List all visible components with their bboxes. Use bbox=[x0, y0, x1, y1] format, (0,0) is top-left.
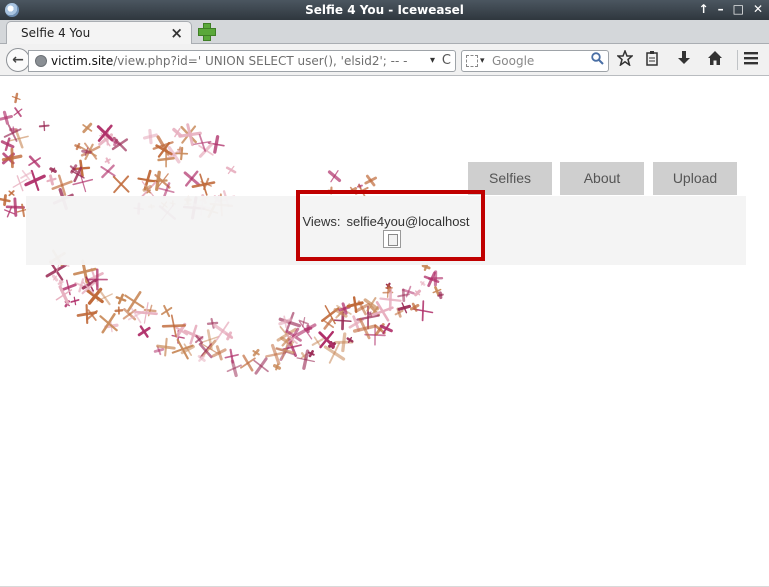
navigation-toolbar: ← victim.site/view.php?id=' UNION SELECT… bbox=[0, 44, 769, 76]
magnifier-icon[interactable] bbox=[591, 51, 604, 71]
paint-splatter-background bbox=[0, 92, 444, 378]
search-bar[interactable]: ▾ Google bbox=[461, 50, 609, 72]
download-arrow-icon[interactable] bbox=[673, 50, 695, 72]
maximize-window-button[interactable]: □ bbox=[733, 2, 744, 16]
search-engine-dropdown-icon[interactable]: ▾ bbox=[480, 51, 485, 71]
tab-close-icon[interactable]: × bbox=[170, 24, 183, 42]
toolbar-separator bbox=[737, 50, 738, 70]
close-window-button[interactable]: ✕ bbox=[753, 2, 763, 16]
window-title: Selfie 4 You - Iceweasel bbox=[305, 3, 464, 17]
page-viewport: Selfies About Upload Views: selfie4you@lo… bbox=[0, 77, 769, 587]
tab-selfie-4-you[interactable]: Selfie 4 You × bbox=[6, 21, 192, 45]
menu-upload-button[interactable]: Upload bbox=[653, 162, 737, 195]
window-controls: ↑ – □ ✕ bbox=[699, 2, 763, 16]
home-icon[interactable] bbox=[704, 50, 726, 72]
url-history-dropdown-icon[interactable]: ▾ bbox=[430, 51, 435, 71]
tab-strip: Selfie 4 You × bbox=[0, 20, 769, 45]
raise-window-button[interactable]: ↑ bbox=[699, 2, 709, 16]
minimize-window-button[interactable]: – bbox=[718, 2, 724, 16]
window-titlebar: Selfie 4 You - Iceweasel ↑ – □ ✕ bbox=[0, 0, 769, 20]
back-arrow-icon[interactable]: ← bbox=[6, 48, 30, 72]
reload-icon[interactable]: C bbox=[442, 51, 451, 71]
url-text[interactable]: victim.site/view.php?id=' UNION SELECT u… bbox=[51, 51, 407, 71]
url-bar[interactable]: victim.site/view.php?id=' UNION SELECT u… bbox=[28, 50, 456, 72]
search-engine-icon[interactable] bbox=[466, 55, 478, 67]
search-placeholder: Google bbox=[492, 54, 535, 68]
clipboard-icon[interactable] bbox=[641, 50, 663, 72]
url-host: victim.site bbox=[51, 54, 114, 68]
tab-label: Selfie 4 You bbox=[21, 26, 91, 40]
hamburger-menu-icon[interactable] bbox=[740, 50, 762, 72]
new-tab-plus-icon[interactable] bbox=[198, 23, 216, 41]
injection-result-highlight bbox=[296, 190, 485, 261]
globe-icon[interactable] bbox=[35, 55, 47, 67]
star-icon[interactable] bbox=[614, 48, 636, 72]
menu-about-button[interactable]: About bbox=[560, 162, 644, 195]
url-path: /view.php?id=' UNION SELECT user(), 'els… bbox=[113, 54, 408, 68]
